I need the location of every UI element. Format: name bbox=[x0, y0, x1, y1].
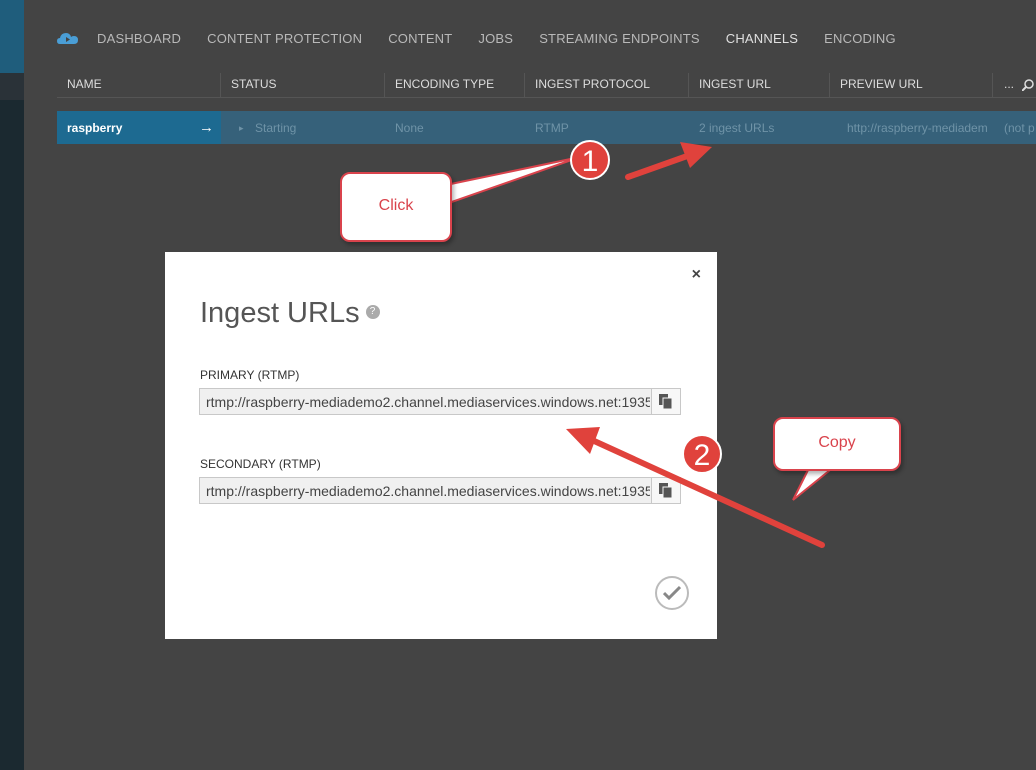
step-2-badge: 2 bbox=[682, 434, 722, 474]
callout-joins bbox=[444, 187, 833, 469]
step-1-badge: 1 bbox=[570, 140, 610, 180]
